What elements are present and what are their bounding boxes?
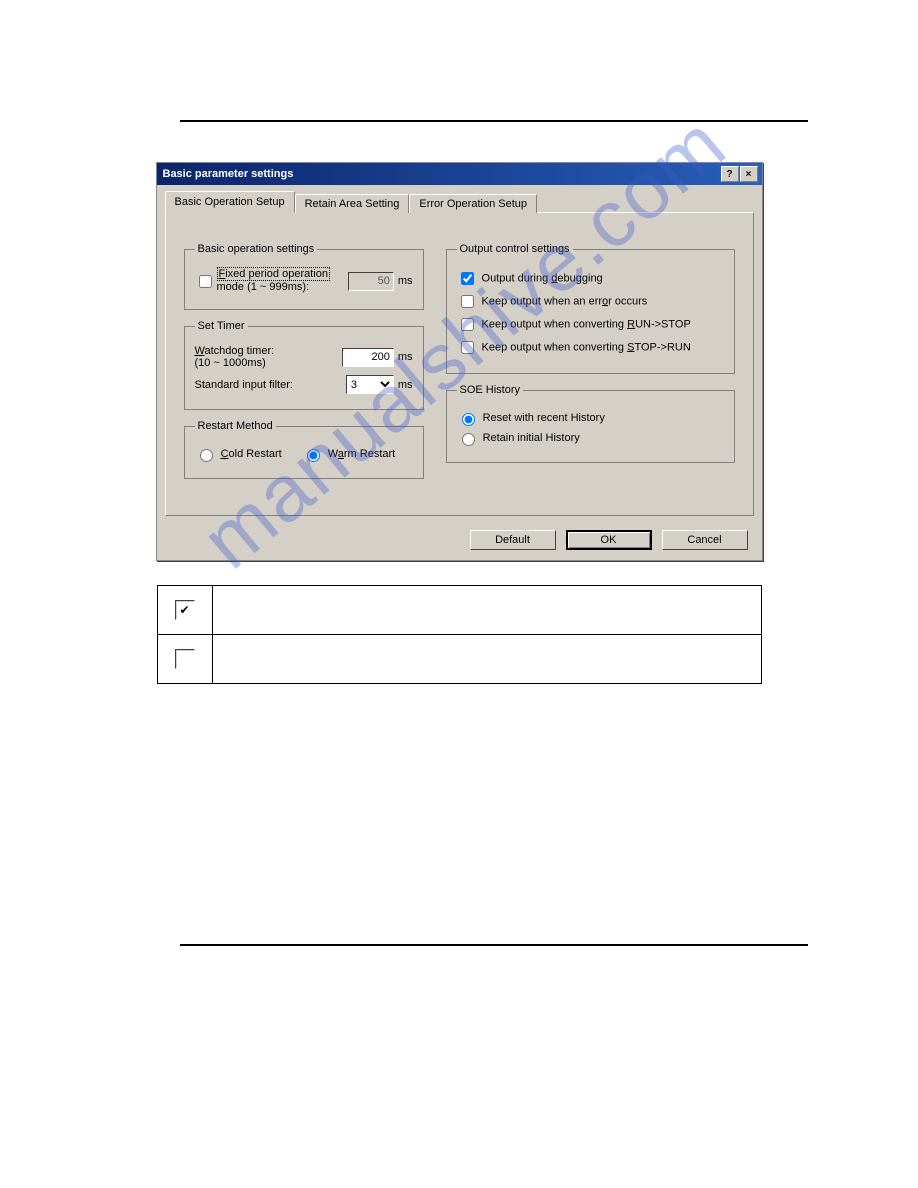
stdfilter-label: Standard input filter:: [195, 379, 346, 391]
radio-cold-restart[interactable]: Cold Restart: [195, 446, 282, 462]
dialog-title: Basic parameter settings: [163, 168, 294, 180]
ok-button[interactable]: OK: [566, 530, 652, 550]
group-legend: Output control settings: [457, 243, 573, 255]
group-output-control-settings: Output control settings Output during de…: [446, 243, 735, 374]
table-cell: [212, 635, 761, 684]
chk-keep-output-stop-run[interactable]: Keep output when converting STOP->RUN: [457, 338, 724, 357]
soe-retain-label: Retain initial History: [483, 432, 580, 444]
table-row: [157, 635, 761, 684]
unit-ms: ms: [398, 351, 413, 363]
keep-output-run-stop-checkbox[interactable]: [461, 318, 474, 331]
group-legend: Set Timer: [195, 320, 248, 332]
tab-panel-basic-operation: Basic operation settings Fixed period op…: [165, 212, 754, 516]
radio-soe-retain[interactable]: Retain initial History: [457, 430, 724, 446]
group-soe-history: SOE History Reset with recent History Re…: [446, 384, 735, 463]
unit-ms: ms: [398, 275, 413, 287]
soe-reset-label: Reset with recent History: [483, 412, 605, 424]
close-icon[interactable]: ×: [740, 166, 758, 182]
stdfilter-select[interactable]: 3: [346, 375, 394, 394]
cold-restart-radio[interactable]: [200, 449, 213, 462]
group-basic-operation-settings: Basic operation settings Fixed period op…: [184, 243, 424, 310]
help-icon[interactable]: ?: [721, 166, 739, 182]
keep-output-stop-run-checkbox[interactable]: [461, 341, 474, 354]
chk-output-debug[interactable]: Output during debugging: [457, 269, 724, 288]
fixed-period-label: Fixed period operationmode (1 ~ 999ms):: [217, 268, 348, 294]
tab-basic-operation-setup[interactable]: Basic Operation Setup: [165, 191, 295, 213]
output-debug-checkbox[interactable]: [461, 272, 474, 285]
fixed-period-checkbox[interactable]: [199, 275, 212, 288]
tab-error-operation-setup[interactable]: Error Operation Setup: [409, 194, 537, 213]
group-set-timer: Set Timer Watchdog timer:(10 ~ 1000ms) m…: [184, 320, 424, 410]
group-restart-method: Restart Method Cold Restart Warm Restart: [184, 420, 424, 479]
watchdog-label: Watchdog timer:(10 ~ 1000ms): [195, 345, 342, 369]
basic-parameter-settings-dialog: Basic parameter settings ? × Basic Opera…: [156, 162, 763, 561]
group-legend: SOE History: [457, 384, 524, 396]
radio-warm-restart[interactable]: Warm Restart: [302, 446, 396, 462]
radio-soe-reset[interactable]: Reset with recent History: [457, 410, 724, 426]
group-legend: Basic operation settings: [195, 243, 318, 255]
dialog-titlebar: Basic parameter settings ? ×: [157, 163, 762, 185]
default-button[interactable]: Default: [470, 530, 556, 550]
legend-table: ✔: [157, 585, 762, 684]
chk-keep-output-run-stop[interactable]: Keep output when converting RUN->STOP: [457, 315, 724, 334]
unchecked-checkbox-icon: [175, 649, 195, 669]
fixed-period-input[interactable]: [348, 272, 394, 291]
checked-checkbox-icon: ✔: [175, 600, 195, 620]
keep-output-error-checkbox[interactable]: [461, 295, 474, 308]
warm-restart-radio[interactable]: [307, 449, 320, 462]
cancel-button[interactable]: Cancel: [662, 530, 748, 550]
tab-retain-area-setting[interactable]: Retain Area Setting: [295, 194, 410, 213]
unit-ms: ms: [398, 379, 413, 391]
watchdog-input[interactable]: [342, 348, 394, 367]
table-row: ✔: [157, 586, 761, 635]
soe-reset-radio[interactable]: [462, 413, 475, 426]
group-legend: Restart Method: [195, 420, 276, 432]
soe-retain-radio[interactable]: [462, 433, 475, 446]
chk-keep-output-error[interactable]: Keep output when an error occurs: [457, 292, 724, 311]
table-cell: [212, 586, 761, 635]
